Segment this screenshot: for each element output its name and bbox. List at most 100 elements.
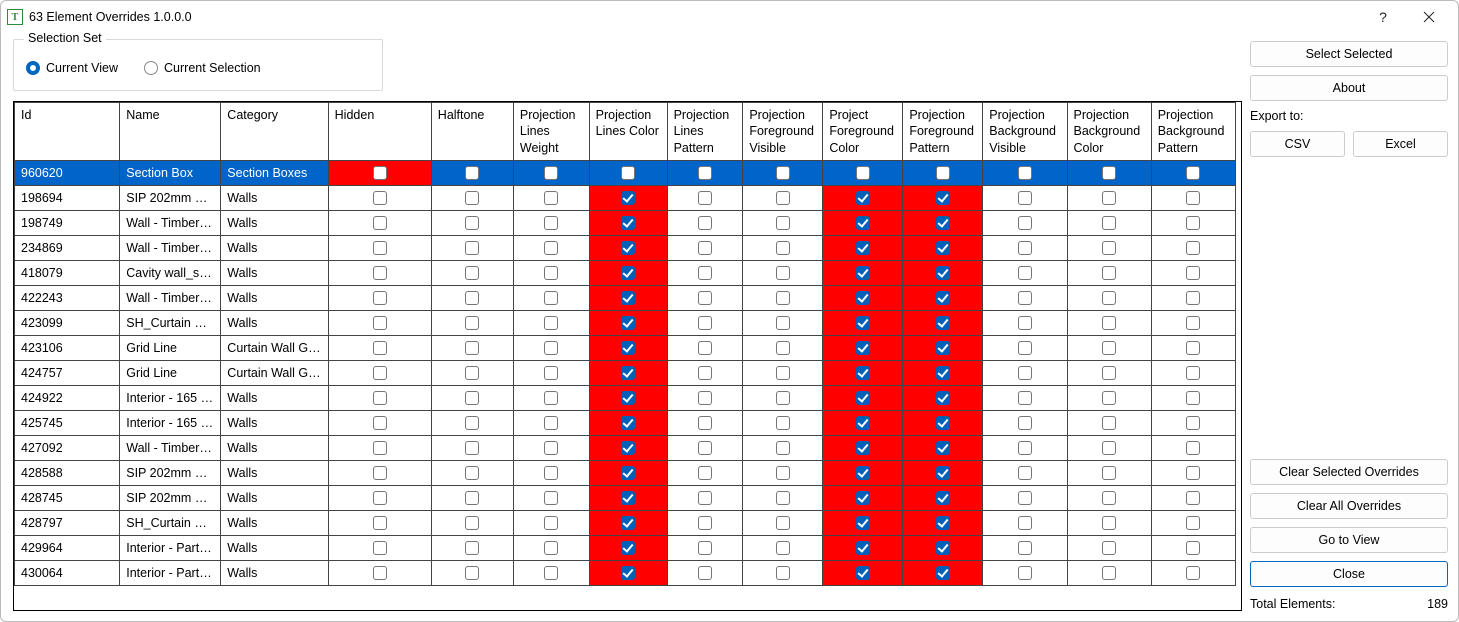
checkbox-pbp[interactable] bbox=[1186, 466, 1200, 480]
checkbox-plc[interactable] bbox=[621, 266, 635, 280]
checkbox-plc[interactable] bbox=[621, 316, 635, 330]
cell-halftone[interactable] bbox=[431, 335, 513, 360]
cell-pfv[interactable] bbox=[743, 485, 823, 510]
cell-plp[interactable] bbox=[667, 235, 743, 260]
cell-pfc[interactable] bbox=[823, 185, 903, 210]
cell-plw[interactable] bbox=[513, 310, 589, 335]
cell-category[interactable]: Walls bbox=[221, 185, 328, 210]
column-header-pfc[interactable]: Project Foreground Color bbox=[823, 103, 903, 161]
cell-pbp[interactable] bbox=[1151, 210, 1235, 235]
cell-plc[interactable] bbox=[589, 260, 667, 285]
checkbox-plp[interactable] bbox=[698, 391, 712, 405]
checkbox-plc[interactable] bbox=[621, 566, 635, 580]
cell-plc[interactable] bbox=[589, 410, 667, 435]
cell-hidden[interactable] bbox=[328, 385, 431, 410]
checkbox-plw[interactable] bbox=[544, 391, 558, 405]
checkbox-pbv[interactable] bbox=[1018, 541, 1032, 555]
cell-pfv[interactable] bbox=[743, 560, 823, 585]
cell-category[interactable]: Walls bbox=[221, 460, 328, 485]
checkbox-pbv[interactable] bbox=[1018, 516, 1032, 530]
cell-pfc[interactable] bbox=[823, 460, 903, 485]
checkbox-halftone[interactable] bbox=[465, 491, 479, 505]
checkbox-plw[interactable] bbox=[544, 191, 558, 205]
cell-pfv[interactable] bbox=[743, 360, 823, 385]
cell-name[interactable]: Section Box bbox=[120, 160, 221, 185]
checkbox-hidden[interactable] bbox=[373, 391, 387, 405]
table-row[interactable]: 427092Wall - Timber C...Walls bbox=[15, 435, 1236, 460]
cell-hidden[interactable] bbox=[328, 360, 431, 385]
cell-hidden[interactable] bbox=[328, 410, 431, 435]
radio-current-selection[interactable]: Current Selection bbox=[144, 61, 261, 75]
cell-pfp[interactable] bbox=[903, 385, 983, 410]
cell-name[interactable]: Wall - Timber C... bbox=[120, 435, 221, 460]
checkbox-pfc[interactable] bbox=[856, 291, 870, 305]
checkbox-plw[interactable] bbox=[544, 316, 558, 330]
cell-hidden[interactable] bbox=[328, 285, 431, 310]
checkbox-halftone[interactable] bbox=[465, 391, 479, 405]
checkbox-pbv[interactable] bbox=[1018, 316, 1032, 330]
cell-pbp[interactable] bbox=[1151, 510, 1235, 535]
cell-plc[interactable] bbox=[589, 535, 667, 560]
cell-pbc[interactable] bbox=[1067, 560, 1151, 585]
cell-pbv[interactable] bbox=[983, 360, 1067, 385]
cell-pbp[interactable] bbox=[1151, 285, 1235, 310]
checkbox-plc[interactable] bbox=[621, 166, 635, 180]
checkbox-pbc[interactable] bbox=[1102, 291, 1116, 305]
table-row[interactable]: 429964Interior - Partiti...Walls bbox=[15, 535, 1236, 560]
cell-pbc[interactable] bbox=[1067, 285, 1151, 310]
cell-hidden[interactable] bbox=[328, 310, 431, 335]
cell-name[interactable]: Wall - Timber C... bbox=[120, 210, 221, 235]
cell-plp[interactable] bbox=[667, 335, 743, 360]
cell-id[interactable]: 418079 bbox=[15, 260, 120, 285]
cell-pbc[interactable] bbox=[1067, 185, 1151, 210]
checkbox-plp[interactable] bbox=[698, 291, 712, 305]
cell-plc[interactable] bbox=[589, 235, 667, 260]
about-button[interactable]: About bbox=[1250, 75, 1448, 101]
cell-pbc[interactable] bbox=[1067, 260, 1151, 285]
checkbox-plc[interactable] bbox=[621, 541, 635, 555]
cell-plc[interactable] bbox=[589, 160, 667, 185]
cell-pbp[interactable] bbox=[1151, 485, 1235, 510]
cell-pbp[interactable] bbox=[1151, 335, 1235, 360]
cell-category[interactable]: Walls bbox=[221, 385, 328, 410]
checkbox-plw[interactable] bbox=[544, 216, 558, 230]
cell-category[interactable]: Walls bbox=[221, 235, 328, 260]
cell-pbc[interactable] bbox=[1067, 510, 1151, 535]
cell-pfc[interactable] bbox=[823, 235, 903, 260]
cell-halftone[interactable] bbox=[431, 360, 513, 385]
cell-pfp[interactable] bbox=[903, 185, 983, 210]
cell-hidden[interactable] bbox=[328, 160, 431, 185]
cell-plc[interactable] bbox=[589, 510, 667, 535]
cell-pfv[interactable] bbox=[743, 510, 823, 535]
checkbox-pfp[interactable] bbox=[936, 341, 950, 355]
cell-name[interactable]: Interior - Partiti... bbox=[120, 560, 221, 585]
cell-plw[interactable] bbox=[513, 510, 589, 535]
cell-category[interactable]: Walls bbox=[221, 560, 328, 585]
cell-id[interactable]: 425745 bbox=[15, 410, 120, 435]
cell-halftone[interactable] bbox=[431, 285, 513, 310]
cell-pbp[interactable] bbox=[1151, 460, 1235, 485]
checkbox-plp[interactable] bbox=[698, 266, 712, 280]
cell-pbp[interactable] bbox=[1151, 360, 1235, 385]
checkbox-pbc[interactable] bbox=[1102, 241, 1116, 255]
table-row[interactable]: 423106Grid LineCurtain Wall Gri... bbox=[15, 335, 1236, 360]
cell-halftone[interactable] bbox=[431, 535, 513, 560]
cell-plw[interactable] bbox=[513, 235, 589, 260]
checkbox-pfc[interactable] bbox=[856, 316, 870, 330]
checkbox-pfc[interactable] bbox=[856, 416, 870, 430]
export-excel-button[interactable]: Excel bbox=[1353, 131, 1448, 157]
cell-pbv[interactable] bbox=[983, 185, 1067, 210]
cell-pfv[interactable] bbox=[743, 285, 823, 310]
cell-pfp[interactable] bbox=[903, 510, 983, 535]
column-header-category[interactable]: Category bbox=[221, 103, 328, 161]
cell-pbc[interactable] bbox=[1067, 535, 1151, 560]
cell-name[interactable]: SH_Curtain wall bbox=[120, 510, 221, 535]
checkbox-pbp[interactable] bbox=[1186, 491, 1200, 505]
checkbox-plw[interactable] bbox=[544, 416, 558, 430]
cell-plp[interactable] bbox=[667, 260, 743, 285]
checkbox-plc[interactable] bbox=[621, 441, 635, 455]
checkbox-plc[interactable] bbox=[621, 466, 635, 480]
cell-category[interactable]: Walls bbox=[221, 260, 328, 285]
help-button[interactable]: ? bbox=[1360, 2, 1406, 32]
cell-plc[interactable] bbox=[589, 385, 667, 410]
